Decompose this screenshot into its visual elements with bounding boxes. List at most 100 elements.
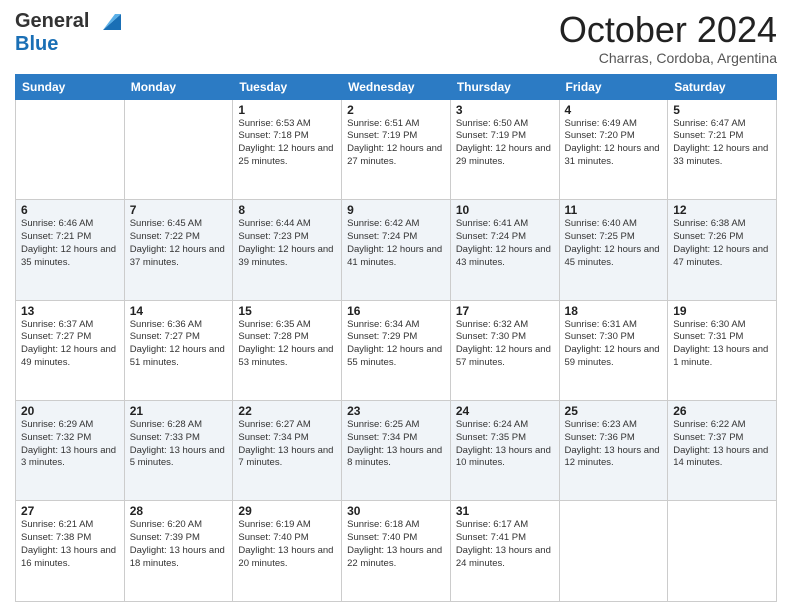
day-number: 24 — [456, 404, 554, 418]
day-number: 27 — [21, 504, 119, 518]
calendar-week-3: 13Sunrise: 6:37 AMSunset: 7:27 PMDayligh… — [16, 300, 777, 400]
calendar-cell: 20Sunrise: 6:29 AMSunset: 7:32 PMDayligh… — [16, 401, 125, 501]
day-number: 19 — [673, 304, 771, 318]
day-number: 30 — [347, 504, 445, 518]
day-info: Sunrise: 6:36 AMSunset: 7:27 PMDaylight:… — [130, 319, 228, 370]
col-header-friday: Friday — [559, 74, 668, 99]
calendar-cell: 13Sunrise: 6:37 AMSunset: 7:27 PMDayligh… — [16, 300, 125, 400]
calendar-cell: 22Sunrise: 6:27 AMSunset: 7:34 PMDayligh… — [233, 401, 342, 501]
day-info: Sunrise: 6:28 AMSunset: 7:33 PMDaylight:… — [130, 419, 228, 470]
day-info: Sunrise: 6:37 AMSunset: 7:27 PMDaylight:… — [21, 319, 119, 370]
col-header-sunday: Sunday — [16, 74, 125, 99]
day-number: 5 — [673, 103, 771, 117]
day-info: Sunrise: 6:23 AMSunset: 7:36 PMDaylight:… — [565, 419, 663, 470]
logo: General Blue — [15, 10, 121, 56]
calendar-cell: 3Sunrise: 6:50 AMSunset: 7:19 PMDaylight… — [450, 99, 559, 199]
location: Charras, Cordoba, Argentina — [559, 50, 777, 66]
col-header-thursday: Thursday — [450, 74, 559, 99]
calendar-table: SundayMondayTuesdayWednesdayThursdayFrid… — [15, 74, 777, 602]
day-info: Sunrise: 6:44 AMSunset: 7:23 PMDaylight:… — [238, 218, 336, 269]
col-header-saturday: Saturday — [668, 74, 777, 99]
day-number: 10 — [456, 203, 554, 217]
calendar-cell: 7Sunrise: 6:45 AMSunset: 7:22 PMDaylight… — [124, 200, 233, 300]
day-number: 7 — [130, 203, 228, 217]
calendar-cell: 26Sunrise: 6:22 AMSunset: 7:37 PMDayligh… — [668, 401, 777, 501]
day-info: Sunrise: 6:21 AMSunset: 7:38 PMDaylight:… — [21, 519, 119, 570]
calendar-cell: 1Sunrise: 6:53 AMSunset: 7:18 PMDaylight… — [233, 99, 342, 199]
day-number: 23 — [347, 404, 445, 418]
calendar-cell — [124, 99, 233, 199]
day-info: Sunrise: 6:45 AMSunset: 7:22 PMDaylight:… — [130, 218, 228, 269]
day-number: 20 — [21, 404, 119, 418]
calendar-cell: 21Sunrise: 6:28 AMSunset: 7:33 PMDayligh… — [124, 401, 233, 501]
day-number: 6 — [21, 203, 119, 217]
calendar-cell: 19Sunrise: 6:30 AMSunset: 7:31 PMDayligh… — [668, 300, 777, 400]
title-area: October 2024 Charras, Cordoba, Argentina — [559, 10, 777, 66]
day-number: 22 — [238, 404, 336, 418]
day-info: Sunrise: 6:30 AMSunset: 7:31 PMDaylight:… — [673, 319, 771, 370]
calendar-cell — [559, 501, 668, 602]
calendar-cell: 10Sunrise: 6:41 AMSunset: 7:24 PMDayligh… — [450, 200, 559, 300]
calendar-cell: 23Sunrise: 6:25 AMSunset: 7:34 PMDayligh… — [342, 401, 451, 501]
calendar-cell: 5Sunrise: 6:47 AMSunset: 7:21 PMDaylight… — [668, 99, 777, 199]
calendar-cell: 11Sunrise: 6:40 AMSunset: 7:25 PMDayligh… — [559, 200, 668, 300]
calendar-cell: 2Sunrise: 6:51 AMSunset: 7:19 PMDaylight… — [342, 99, 451, 199]
calendar-header-row: SundayMondayTuesdayWednesdayThursdayFrid… — [16, 74, 777, 99]
calendar-cell: 12Sunrise: 6:38 AMSunset: 7:26 PMDayligh… — [668, 200, 777, 300]
day-info: Sunrise: 6:22 AMSunset: 7:37 PMDaylight:… — [673, 419, 771, 470]
calendar-cell: 30Sunrise: 6:18 AMSunset: 7:40 PMDayligh… — [342, 501, 451, 602]
day-info: Sunrise: 6:18 AMSunset: 7:40 PMDaylight:… — [347, 519, 445, 570]
col-header-wednesday: Wednesday — [342, 74, 451, 99]
calendar-cell: 16Sunrise: 6:34 AMSunset: 7:29 PMDayligh… — [342, 300, 451, 400]
day-info: Sunrise: 6:46 AMSunset: 7:21 PMDaylight:… — [21, 218, 119, 269]
calendar-cell: 31Sunrise: 6:17 AMSunset: 7:41 PMDayligh… — [450, 501, 559, 602]
calendar-cell: 9Sunrise: 6:42 AMSunset: 7:24 PMDaylight… — [342, 200, 451, 300]
day-info: Sunrise: 6:32 AMSunset: 7:30 PMDaylight:… — [456, 319, 554, 370]
calendar-cell: 27Sunrise: 6:21 AMSunset: 7:38 PMDayligh… — [16, 501, 125, 602]
day-number: 9 — [347, 203, 445, 217]
day-number: 14 — [130, 304, 228, 318]
day-number: 4 — [565, 103, 663, 117]
calendar-cell: 4Sunrise: 6:49 AMSunset: 7:20 PMDaylight… — [559, 99, 668, 199]
day-number: 21 — [130, 404, 228, 418]
col-header-tuesday: Tuesday — [233, 74, 342, 99]
day-info: Sunrise: 6:31 AMSunset: 7:30 PMDaylight:… — [565, 319, 663, 370]
day-number: 26 — [673, 404, 771, 418]
calendar-cell: 29Sunrise: 6:19 AMSunset: 7:40 PMDayligh… — [233, 501, 342, 602]
day-number: 13 — [21, 304, 119, 318]
header: General Blue October 2024 Charras, Cordo… — [15, 10, 777, 66]
day-info: Sunrise: 6:25 AMSunset: 7:34 PMDaylight:… — [347, 419, 445, 470]
calendar-cell: 15Sunrise: 6:35 AMSunset: 7:28 PMDayligh… — [233, 300, 342, 400]
logo-general: General — [15, 10, 89, 33]
day-info: Sunrise: 6:20 AMSunset: 7:39 PMDaylight:… — [130, 519, 228, 570]
day-number: 12 — [673, 203, 771, 217]
month-title: October 2024 — [559, 10, 777, 50]
day-info: Sunrise: 6:40 AMSunset: 7:25 PMDaylight:… — [565, 218, 663, 269]
col-header-monday: Monday — [124, 74, 233, 99]
day-info: Sunrise: 6:53 AMSunset: 7:18 PMDaylight:… — [238, 118, 336, 169]
day-info: Sunrise: 6:42 AMSunset: 7:24 PMDaylight:… — [347, 218, 445, 269]
logo-blue: Blue — [15, 33, 58, 55]
calendar-cell: 24Sunrise: 6:24 AMSunset: 7:35 PMDayligh… — [450, 401, 559, 501]
day-number: 15 — [238, 304, 336, 318]
day-number: 29 — [238, 504, 336, 518]
day-info: Sunrise: 6:41 AMSunset: 7:24 PMDaylight:… — [456, 218, 554, 269]
day-info: Sunrise: 6:34 AMSunset: 7:29 PMDaylight:… — [347, 319, 445, 370]
day-info: Sunrise: 6:35 AMSunset: 7:28 PMDaylight:… — [238, 319, 336, 370]
day-number: 18 — [565, 304, 663, 318]
day-number: 2 — [347, 103, 445, 117]
logo-icon — [93, 12, 121, 32]
day-info: Sunrise: 6:47 AMSunset: 7:21 PMDaylight:… — [673, 118, 771, 169]
day-number: 17 — [456, 304, 554, 318]
calendar-week-2: 6Sunrise: 6:46 AMSunset: 7:21 PMDaylight… — [16, 200, 777, 300]
calendar-week-1: 1Sunrise: 6:53 AMSunset: 7:18 PMDaylight… — [16, 99, 777, 199]
day-info: Sunrise: 6:38 AMSunset: 7:26 PMDaylight:… — [673, 218, 771, 269]
calendar-cell: 28Sunrise: 6:20 AMSunset: 7:39 PMDayligh… — [124, 501, 233, 602]
day-number: 16 — [347, 304, 445, 318]
day-info: Sunrise: 6:29 AMSunset: 7:32 PMDaylight:… — [21, 419, 119, 470]
calendar-week-5: 27Sunrise: 6:21 AMSunset: 7:38 PMDayligh… — [16, 501, 777, 602]
calendar-cell: 17Sunrise: 6:32 AMSunset: 7:30 PMDayligh… — [450, 300, 559, 400]
day-number: 28 — [130, 504, 228, 518]
calendar-cell: 18Sunrise: 6:31 AMSunset: 7:30 PMDayligh… — [559, 300, 668, 400]
page: General Blue October 2024 Charras, Cordo… — [0, 0, 792, 612]
